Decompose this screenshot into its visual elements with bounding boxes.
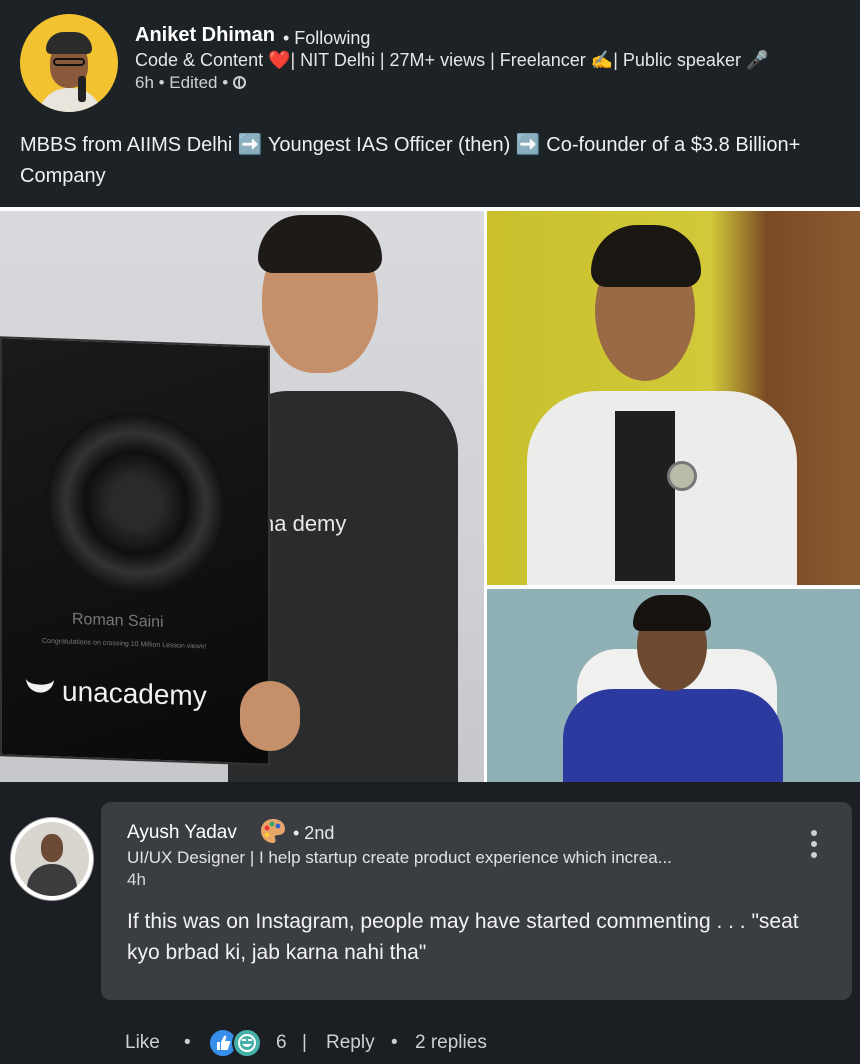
post-time-edited: 6h • Edited • [135,73,229,92]
commenter-headline: UI/UX Designer | I help startup create p… [127,848,672,867]
globe-icon [232,76,246,89]
award-plaque: Roman Saini Congratulations on crossing … [0,336,270,766]
post-header: Aniket Dhiman • Following Code & Content… [0,0,860,207]
plaque-brand: unacademy [62,675,207,712]
post-meta: 6h • Edited • [135,73,246,93]
commenter-avatar[interactable] [10,817,94,901]
plaque-name: Roman Saini [72,610,164,631]
action-divider: | [302,1032,307,1053]
unacademy-logo-icon [26,676,54,694]
author-avatar[interactable] [20,14,118,112]
reaction-icons[interactable] [208,1028,270,1058]
commenter-name[interactable]: Ayush Yadav [127,822,237,844]
follow-status: • Following [283,28,371,48]
like-button[interactable]: Like [125,1032,160,1054]
post-image-collage[interactable]: na demy Roman Saini Congratulations on c… [0,207,860,782]
comment-time: 4h [127,870,146,889]
more-options-icon[interactable] [807,830,821,864]
photo-doctor [487,211,860,585]
comment-text: If this was on Instagram, people may hav… [127,910,799,964]
reply-button[interactable]: Reply [326,1032,375,1054]
tshirt-brand-text: na demy [262,511,347,536]
reaction-count[interactable]: 6 [276,1032,287,1054]
separator-dot: • [391,1032,398,1053]
author-headline: Code & Content ❤️| NIT Delhi | 27M+ view… [135,50,769,70]
connection-degree: • 2nd [293,823,335,843]
separator-dot: • [184,1032,191,1053]
author-name[interactable]: Aniket Dhiman [135,24,275,47]
post-text: MBBS from AIIMS Delhi ➡️ Youngest IAS Of… [20,134,801,187]
photo-plaque: na demy Roman Saini Congratulations on c… [0,211,484,782]
plaque-caption: Congratulations on crossing 10 Million L… [42,637,207,651]
photo-office [487,589,860,782]
palette-icon [261,819,285,843]
funny-reaction-icon [232,1028,262,1058]
comment-bubble: Ayush Yadav • 2nd UI/UX Designer | I hel… [101,802,852,1000]
replies-link[interactable]: 2 replies [415,1032,487,1054]
